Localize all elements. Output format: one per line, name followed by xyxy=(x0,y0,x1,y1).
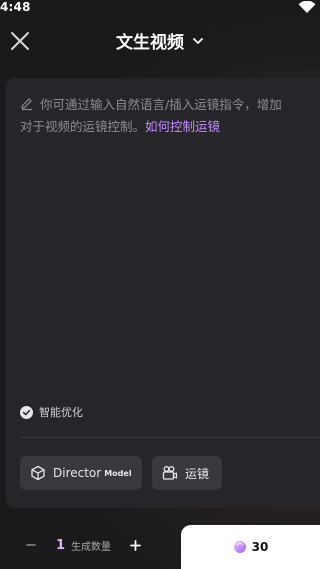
director-label: Director xyxy=(53,466,102,480)
chevron-down-icon xyxy=(193,37,203,44)
prompt-line-1: 你可通过输入自然语言/插入运镜指令，增加 xyxy=(20,94,320,116)
prompt-placeholder-1: 你可通过输入自然语言/插入运镜指令，增加 xyxy=(40,97,282,112)
quantity-value: 1 xyxy=(56,537,66,553)
camera-movement-button[interactable]: 运镜 xyxy=(152,456,222,490)
divider xyxy=(20,437,320,438)
quantity-stepper: 1 生成数量 xyxy=(20,531,162,559)
decrease-button[interactable] xyxy=(20,534,42,556)
status-time: 4:48 xyxy=(0,0,31,14)
wifi-icon xyxy=(298,1,316,13)
quantity-label: 生成数量 xyxy=(71,541,112,553)
plus-icon xyxy=(129,539,141,551)
prompt-line-2: 对于视频的运镜控制。如何控制运镜 xyxy=(20,116,320,138)
credit-cost: 30 xyxy=(251,540,269,554)
prompt-card[interactable]: 你可通过输入自然语言/插入运镜指令，增加 对于视频的运镜控制。如何控制运镜 智能… xyxy=(6,78,320,508)
status-bar: 4:48 xyxy=(0,0,320,16)
page-title: 文生视频 xyxy=(115,33,184,53)
smart-optimize-toggle[interactable]: 智能优化 xyxy=(20,404,83,420)
generate-button[interactable]: 30 xyxy=(181,525,320,569)
director-sub-label: Model xyxy=(104,468,132,478)
prompt-input[interactable]: 你可通过输入自然语言/插入运镜指令，增加 对于视频的运镜控制。如何控制运镜 xyxy=(20,94,320,138)
mode-selector[interactable]: 文生视频 xyxy=(0,28,320,53)
edit-icon xyxy=(21,98,32,111)
check-circle-icon xyxy=(20,405,33,419)
bottom-bar: 1 生成数量 30 xyxy=(0,525,320,569)
camera-help-link[interactable]: 如何控制运镜 xyxy=(145,119,220,134)
header: 文生视频 xyxy=(0,24,320,58)
minus-icon xyxy=(26,544,36,546)
camera-label: 运镜 xyxy=(185,466,210,481)
director-model-button[interactable]: Director Model xyxy=(20,456,142,490)
smart-optimize-label: 智能优化 xyxy=(39,406,83,419)
increase-button[interactable] xyxy=(125,535,145,555)
credit-gem-icon xyxy=(233,541,246,553)
cube-icon xyxy=(31,465,45,481)
video-camera-icon xyxy=(162,466,178,480)
prompt-placeholder-2: 对于视频的运镜控制。 xyxy=(20,119,146,134)
